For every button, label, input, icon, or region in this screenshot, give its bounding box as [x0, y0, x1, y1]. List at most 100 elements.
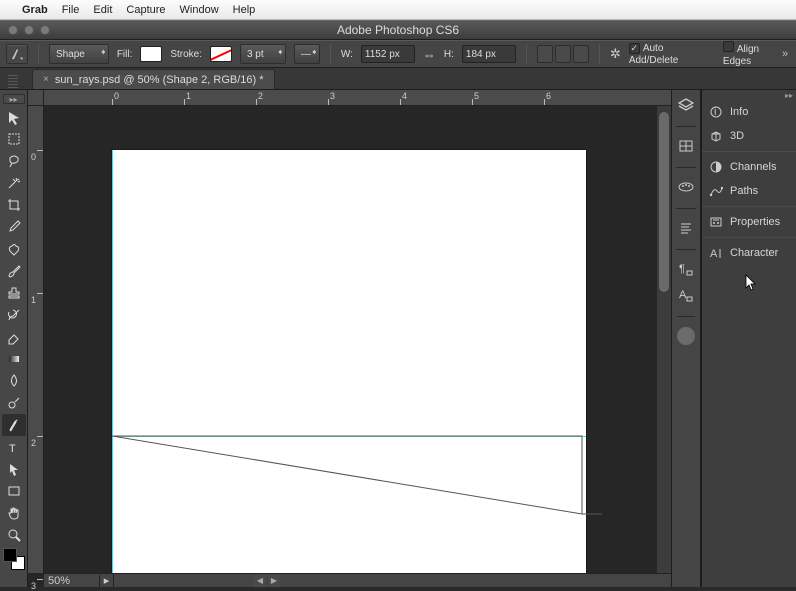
layers-icon[interactable] — [676, 96, 696, 114]
panel-collapse-icon[interactable]: ▸▸ — [702, 90, 796, 100]
close-tab-icon[interactable]: × — [43, 74, 49, 85]
fill-swatch[interactable] — [140, 46, 162, 62]
channels-panel[interactable]: Channels — [702, 155, 796, 179]
menu-file[interactable]: File — [62, 4, 80, 16]
document-tab[interactable]: × sun_rays.psd @ 50% (Shape 2, RGB/16) * — [32, 69, 275, 89]
stroke-label: Stroke: — [170, 49, 202, 60]
adjustments-icon[interactable] — [676, 137, 696, 155]
path-op-button[interactable] — [537, 45, 553, 63]
panel-label: Channels — [730, 161, 776, 173]
menu-edit[interactable]: Edit — [93, 4, 112, 16]
foreground-color-swatch[interactable] — [3, 548, 17, 562]
type-tool[interactable]: T — [2, 436, 26, 458]
stroke-options-dropdown[interactable]: — — [294, 44, 320, 64]
shape-height-input[interactable] — [462, 45, 516, 63]
options-overflow-icon[interactable]: » — [780, 43, 790, 65]
clone-stamp-tool[interactable] — [2, 282, 26, 304]
app-menu[interactable]: Grab — [22, 4, 48, 16]
document-viewport[interactable] — [44, 106, 671, 573]
panel-label: Info — [730, 106, 748, 118]
magic-wand-tool[interactable] — [2, 172, 26, 194]
ruler-origin[interactable] — [28, 90, 44, 106]
zoom-level[interactable]: 50% — [44, 575, 100, 587]
paragraph-icon[interactable] — [676, 219, 696, 237]
horizontal-scrollbar[interactable]: ◀ ▶ — [114, 574, 671, 587]
panel-label: 3D — [730, 130, 744, 142]
auto-add-delete-checkbox[interactable]: ✓Auto Add/Delete — [629, 42, 715, 66]
hscroll-left-arrow-icon[interactable]: ◀ — [254, 574, 266, 587]
eraser-tool[interactable] — [2, 326, 26, 348]
healing-brush-tool[interactable] — [2, 238, 26, 260]
path-arrange-button[interactable] — [573, 45, 589, 63]
menu-help[interactable]: Help — [233, 4, 256, 16]
info-panel[interactable]: iInfo — [702, 100, 796, 124]
hand-tool[interactable] — [2, 502, 26, 524]
brush-tool[interactable] — [2, 260, 26, 282]
vector-shape-path[interactable] — [112, 434, 586, 534]
path-selection-tool[interactable] — [2, 458, 26, 480]
paragraph-styles-icon[interactable]: ¶ — [676, 260, 696, 278]
horizontal-ruler[interactable] — [44, 90, 671, 106]
tools-panel: ▸▸ T — [0, 90, 28, 587]
path-operations[interactable] — [537, 45, 589, 63]
stroke-swatch[interactable] — [210, 46, 232, 62]
gradient-tool[interactable] — [2, 348, 26, 370]
canvas-area: 50% ▸ ◀ ▶ — [28, 90, 671, 587]
path-align-button[interactable] — [555, 45, 571, 63]
ruler-tick — [28, 436, 43, 437]
move-tool[interactable] — [2, 106, 26, 128]
color-icon[interactable] — [677, 327, 695, 345]
character-styles-icon[interactable]: A — [676, 286, 696, 304]
fg-bg-color-swatch[interactable] — [3, 548, 25, 570]
channels-panel-icon — [708, 160, 724, 174]
tool-mode-dropdown[interactable]: Shape — [49, 44, 109, 64]
vertical-scrollbar[interactable] — [657, 106, 671, 573]
status-menu-icon[interactable]: ▸ — [100, 574, 114, 587]
link-dimensions-icon[interactable]: ⇔ — [423, 47, 436, 62]
svg-text:A: A — [710, 248, 718, 260]
panel-divider — [702, 206, 796, 207]
character-panel[interactable]: ACharacter — [702, 241, 796, 265]
properties-panel[interactable]: Properties — [702, 210, 796, 234]
document-canvas[interactable] — [112, 150, 586, 573]
svg-text:A: A — [679, 289, 687, 301]
right-panel-dock: ▸▸ iInfo 3D Channels Paths Properties ACharac… — [701, 90, 796, 587]
rectangle-tool[interactable] — [2, 480, 26, 502]
dodge-tool[interactable] — [2, 392, 26, 414]
history-brush-tool[interactable] — [2, 304, 26, 326]
character-panel-icon: A — [708, 246, 724, 260]
panel-label: Properties — [730, 216, 780, 228]
lasso-tool[interactable] — [2, 150, 26, 172]
ruler-tick — [472, 90, 473, 105]
paths-panel[interactable]: Paths — [702, 179, 796, 203]
tools-collapse-icon[interactable]: ▸▸ — [3, 94, 25, 104]
ruler-tick — [28, 293, 43, 294]
ruler-tick — [28, 579, 43, 580]
stroke-width-input[interactable]: 3 pt — [240, 44, 286, 64]
marquee-tool[interactable] — [2, 128, 26, 150]
pen-tool[interactable] — [2, 414, 26, 436]
blur-tool[interactable] — [2, 370, 26, 392]
hscroll-right-arrow-icon[interactable]: ▶ — [268, 574, 280, 587]
menu-capture[interactable]: Capture — [126, 4, 165, 16]
swatches-icon[interactable] — [676, 178, 696, 196]
vertical-scrollbar-thumb[interactable] — [659, 112, 669, 292]
menu-window[interactable]: Window — [180, 4, 219, 16]
document-tab-bar: × sun_rays.psd @ 50% (Shape 2, RGB/16) * — [0, 68, 796, 90]
eyedropper-tool[interactable] — [2, 216, 26, 238]
zoom-tool[interactable] — [2, 524, 26, 546]
ruler-tick — [400, 90, 401, 105]
3d-panel[interactable]: 3D — [702, 124, 796, 148]
vertical-ruler[interactable] — [28, 106, 44, 573]
tab-grip-icon — [8, 75, 18, 89]
ruler-tick — [256, 90, 257, 105]
shape-width-input[interactable] — [361, 45, 415, 63]
crop-tool[interactable] — [2, 194, 26, 216]
panel-divider — [702, 151, 796, 152]
collapsed-panel-dock: ¶ A — [671, 90, 701, 587]
status-bar: 50% ▸ ◀ ▶ — [44, 573, 671, 587]
paths-panel-icon — [708, 184, 724, 198]
width-label: W: — [341, 49, 353, 60]
gear-icon[interactable]: ✲ — [610, 46, 621, 62]
tool-preset-picker[interactable] — [6, 44, 28, 64]
